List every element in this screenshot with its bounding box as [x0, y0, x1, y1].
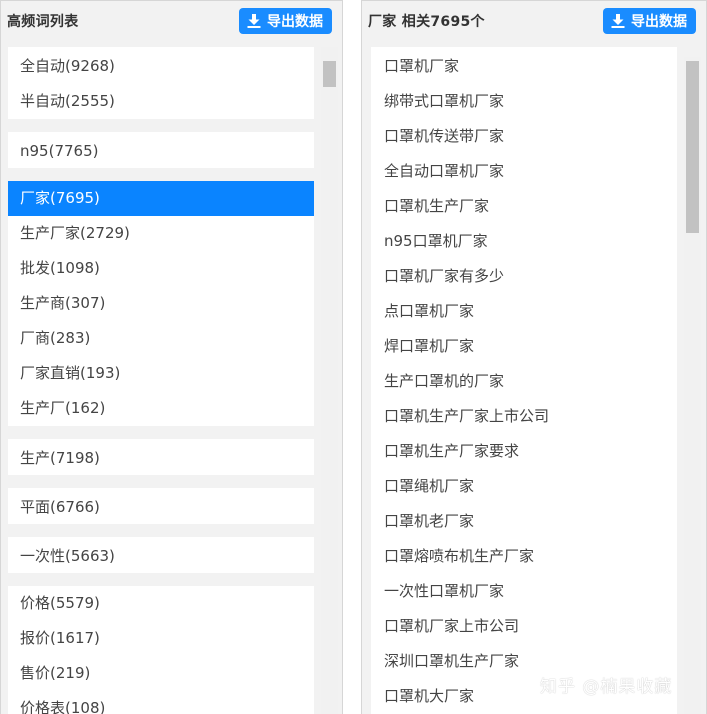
panel-title: 高频词列表 [7, 14, 79, 30]
related-keyword-item[interactable]: 口罩机厂家 [371, 47, 677, 82]
related-keyword-item[interactable]: 口罩绳机厂家 [371, 467, 677, 502]
export-data-button[interactable]: 导出数据 [603, 8, 696, 34]
export-data-button[interactable]: 导出数据 [239, 8, 332, 34]
related-keywords-panel: 厂家 相关7695个 导出数据 口罩机厂家 绑带式口罩机厂家 口罩机传送带厂家 全自动… [361, 0, 707, 714]
panel-header: 厂家 相关7695个 导出数据 [362, 1, 706, 41]
keyword-item[interactable]: 半自动(2555) [8, 84, 314, 119]
related-keyword-item[interactable]: 口罩机生产厂家 [371, 187, 677, 222]
related-keyword-item[interactable]: 口罩机老厂家 [371, 502, 677, 537]
keyword-item[interactable]: 售价(219) [8, 656, 314, 691]
panel-title: 厂家 相关7695个 [368, 14, 485, 30]
keyword-group: 全自动(9268) 半自动(2555) [8, 47, 314, 119]
keyword-item[interactable]: 厂商(283) [8, 321, 314, 356]
keyword-group: 生产(7198) [8, 439, 314, 475]
related-keyword-item[interactable]: 口罩机厂家上市公司 [371, 607, 677, 642]
keyword-group-list: 全自动(9268) 半自动(2555) n95(7765) 厂家(7695) 生产厂家(… [8, 47, 314, 714]
keyword-item[interactable]: 生产(7198) [8, 439, 314, 475]
related-keyword-item[interactable]: n95口罩机厂家 [371, 222, 677, 257]
export-button-label: 导出数据 [267, 14, 323, 30]
keyword-item[interactable]: 报价(1617) [8, 621, 314, 656]
keyword-group: n95(7765) [8, 132, 314, 168]
related-keyword-item[interactable]: 口罩机生产厂家要求 [371, 432, 677, 467]
related-keyword-item[interactable]: 口罩机传送带厂家 [371, 117, 677, 152]
related-keyword-item[interactable]: 生产口罩机的厂家 [371, 362, 677, 397]
keyword-group: 价格(5579) 报价(1617) 售价(219) 价格表(108) [8, 586, 314, 714]
keyword-item[interactable]: n95(7765) [8, 132, 314, 168]
related-keyword-item[interactable]: 焊口罩机厂家 [371, 327, 677, 362]
high-frequency-panel: 高频词列表 导出数据 全自动(9268) 半自动(2555) n95(7765) 厂家… [0, 0, 343, 714]
right-scroll-thumb[interactable] [686, 61, 699, 233]
keyword-item[interactable]: 一次性(5663) [8, 537, 314, 573]
keyword-item[interactable]: 生产厂家(2729) [8, 216, 314, 251]
watermark: 知乎 @楠果收藏 [540, 677, 673, 697]
keyword-item[interactable]: 厂家(7695) [8, 181, 314, 216]
keyword-group: 厂家(7695) 生产厂家(2729) 批发(1098) 生产商(307) 厂商(283… [8, 181, 314, 426]
related-keyword-item[interactable]: 绑带式口罩机厂家 [371, 82, 677, 117]
keyword-item[interactable]: 价格(5579) [8, 586, 314, 621]
related-keyword-item[interactable]: 点口罩机厂家 [371, 292, 677, 327]
download-icon [247, 14, 261, 28]
download-icon [611, 14, 625, 28]
left-scroll-thumb[interactable] [323, 61, 336, 87]
keyword-item[interactable]: 厂家直销(193) [8, 356, 314, 391]
keyword-group: 平面(6766) [8, 488, 314, 524]
related-keyword-item[interactable]: 一次性口罩机厂家 [371, 572, 677, 607]
right-scrollbar[interactable] [684, 57, 701, 714]
keyword-item[interactable]: 全自动(9268) [8, 49, 314, 84]
keyword-item[interactable]: 批发(1098) [8, 251, 314, 286]
panel-header: 高频词列表 导出数据 [1, 1, 342, 41]
related-keyword-item[interactable]: 口罩机厂家有多少 [371, 257, 677, 292]
related-keyword-item[interactable]: 口罩机生产厂家上市公司 [371, 397, 677, 432]
related-keyword-item[interactable]: 口罩熔喷布机生产厂家 [371, 537, 677, 572]
keyword-item[interactable]: 平面(6766) [8, 488, 314, 524]
keyword-group: 一次性(5663) [8, 537, 314, 573]
keyword-item[interactable]: 生产厂(162) [8, 391, 314, 426]
left-scrollbar[interactable] [321, 47, 338, 714]
keyword-item[interactable]: 价格表(108) [8, 691, 314, 714]
export-button-label: 导出数据 [631, 14, 687, 30]
related-keyword-item[interactable]: 全自动口罩机厂家 [371, 152, 677, 187]
related-keyword-list: 口罩机厂家 绑带式口罩机厂家 口罩机传送带厂家 全自动口罩机厂家 口罩机生产厂家 n95口… [371, 47, 677, 714]
keyword-item[interactable]: 生产商(307) [8, 286, 314, 321]
